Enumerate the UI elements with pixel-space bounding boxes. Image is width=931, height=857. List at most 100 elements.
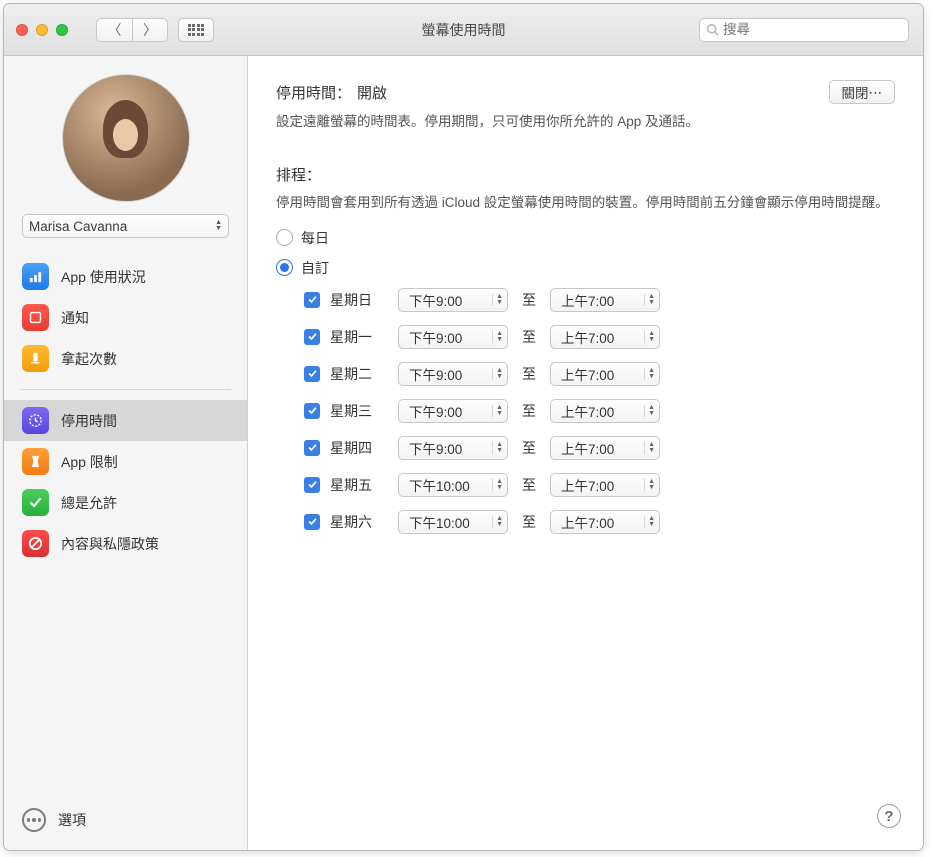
to-time-select[interactable]: 上午7:00▲▼ <box>550 473 660 497</box>
from-time-select[interactable]: 下午9:00▲▼ <box>398 362 508 386</box>
sidebar-item-always-allowed[interactable]: 總是允許 <box>4 482 247 523</box>
to-label: 至 <box>518 290 540 310</box>
to-time-select[interactable]: 上午7:00 ▲▼ <box>550 362 660 386</box>
zoom-window-button[interactable] <box>56 24 68 36</box>
to-time-select[interactable]: 上午7:00▲▼ <box>550 325 660 349</box>
day-checkbox[interactable] <box>304 403 320 419</box>
radio-custom[interactable]: 自訂 <box>276 258 895 278</box>
day-label: 星期三 <box>330 401 388 421</box>
to-label: 至 <box>518 327 540 347</box>
stepper-icon: ▲▼ <box>492 479 503 491</box>
to-label: 至 <box>518 401 540 421</box>
search-input[interactable] <box>723 22 902 37</box>
stepper-icon: ▲▼ <box>492 516 503 528</box>
app-limits-icon <box>22 448 49 475</box>
day-label: 星期日 <box>330 290 388 310</box>
user-avatar[interactable] <box>62 74 190 202</box>
stepper-icon: ▲▼ <box>644 516 655 528</box>
sidebar-item-label: 內容與私隱政策 <box>61 534 159 554</box>
sidebar-options[interactable]: 選項 <box>4 794 247 850</box>
from-time-select[interactable]: 下午9:00▲▼ <box>398 288 508 312</box>
to-time-select[interactable]: 上午7:00▲▼ <box>550 436 660 460</box>
time-value: 下午9:00 <box>409 438 462 458</box>
day-checkbox[interactable] <box>304 329 320 345</box>
schedule-row: 星期三 下午9:00 ▲▼ 至 上午7:00 ▲▼ <box>304 399 895 423</box>
status-row: 停用時間： 開啟 關閉⋯ <box>276 80 895 104</box>
to-label: 至 <box>518 512 540 532</box>
sidebar-item-label: 停用時間 <box>61 411 117 431</box>
sidebar-item-content-privacy[interactable]: 內容與私隱政策 <box>4 523 247 564</box>
day-label: 星期五 <box>330 475 388 495</box>
turn-off-button[interactable]: 關閉⋯ <box>829 80 896 104</box>
chevron-right-icon: 〉 <box>143 20 157 40</box>
radio-button[interactable] <box>276 229 293 246</box>
to-label: 至 <box>518 438 540 458</box>
day-checkbox[interactable] <box>304 440 320 456</box>
minimize-window-button[interactable] <box>36 24 48 36</box>
to-time-select[interactable]: 上午7:00 ▲▼ <box>550 510 660 534</box>
close-window-button[interactable] <box>16 24 28 36</box>
from-time-select[interactable]: 下午9:00 ▲▼ <box>398 436 508 460</box>
sidebar-divider <box>20 389 231 390</box>
sidebar-item-downtime[interactable]: 停用時間 <box>4 400 247 441</box>
schedule-row: 星期一 下午9:00 ▲▼ 至上午7:00▲▼ <box>304 325 895 349</box>
time-value: 上午7:00 <box>561 401 614 421</box>
from-time-select[interactable]: 下午10:00 ▲▼ <box>398 473 508 497</box>
status-value: 開啟 <box>357 82 387 103</box>
help-button[interactable]: ? <box>877 804 901 828</box>
search-field[interactable] <box>699 18 909 42</box>
radio-button[interactable] <box>276 259 293 276</box>
stepper-icon: ▲▼ <box>644 294 655 306</box>
stepper-icon: ▲▼ <box>644 479 655 491</box>
forward-button[interactable]: 〉 <box>132 18 168 42</box>
sidebar: Marisa Cavanna ▲▼ App 使用狀況 通知 拿起次數 <box>4 56 248 850</box>
sidebar-item-label: 總是允許 <box>61 493 117 513</box>
downtime-icon <box>22 407 49 434</box>
stepper-icon: ▲▼ <box>492 368 503 380</box>
radio-label: 自訂 <box>301 258 329 278</box>
time-value: 上午7:00 <box>561 512 614 532</box>
main-content: 停用時間： 開啟 關閉⋯ 設定遠離螢幕的時間表。停用期間，只可使用你所允許的 A… <box>248 56 923 850</box>
stepper-icon: ▲▼ <box>492 294 503 306</box>
sidebar-item-app-usage[interactable]: App 使用狀況 <box>4 256 247 297</box>
sidebar-item-pickups[interactable]: 拿起次數 <box>4 338 247 379</box>
grid-icon <box>188 24 205 36</box>
to-time-select[interactable]: 上午7:00 ▲▼ <box>550 399 660 423</box>
stepper-icon: ▲▼ <box>644 405 655 417</box>
day-checkbox[interactable] <box>304 477 320 493</box>
day-checkbox[interactable] <box>304 366 320 382</box>
time-value: 下午9:00 <box>409 327 462 347</box>
day-label: 星期一 <box>330 327 388 347</box>
radio-daily[interactable]: 每日 <box>276 228 895 248</box>
stepper-icon: ▲▼ <box>492 405 503 417</box>
from-time-select[interactable]: 下午9:00 ▲▼ <box>398 325 508 349</box>
day-checkbox[interactable] <box>304 292 320 308</box>
schedule-title: 排程： <box>276 164 895 185</box>
stepper-icon: ▲▼ <box>644 442 655 454</box>
sidebar-item-app-limits[interactable]: App 限制 <box>4 441 247 482</box>
window-body: Marisa Cavanna ▲▼ App 使用狀況 通知 拿起次數 <box>4 56 923 850</box>
sidebar-item-label: 通知 <box>61 308 89 328</box>
to-time-select[interactable]: 上午7:00 ▲▼ <box>550 288 660 312</box>
stepper-icon: ▲▼ <box>492 442 503 454</box>
schedule-row: 星期二下午9:00▲▼至上午7:00▲▼ <box>304 362 895 386</box>
stepper-icon: ▲▼ <box>644 368 655 380</box>
time-value: 下午10:00 <box>409 475 470 495</box>
show-all-prefs-button[interactable] <box>178 18 214 42</box>
from-time-select[interactable]: 下午10:00▲▼ <box>398 510 508 534</box>
user-select-label: Marisa Cavanna <box>29 219 127 234</box>
notifications-icon <box>22 304 49 331</box>
time-value: 下午9:00 <box>409 401 462 421</box>
titlebar: 〈 〉 螢幕使用時間 <box>4 4 923 56</box>
to-label: 至 <box>518 364 540 384</box>
stepper-icon: ▲▼ <box>492 331 503 343</box>
from-time-select[interactable]: 下午9:00 ▲▼ <box>398 399 508 423</box>
day-checkbox[interactable] <box>304 514 320 530</box>
back-button[interactable]: 〈 <box>96 18 132 42</box>
sidebar-item-notifications[interactable]: 通知 <box>4 297 247 338</box>
user-select[interactable]: Marisa Cavanna ▲▼ <box>22 214 229 238</box>
time-value: 上午7:00 <box>561 364 614 384</box>
sidebar-item-label: App 使用狀況 <box>61 267 146 287</box>
app-usage-icon <box>22 263 49 290</box>
time-value: 上午7:00 <box>561 290 614 310</box>
